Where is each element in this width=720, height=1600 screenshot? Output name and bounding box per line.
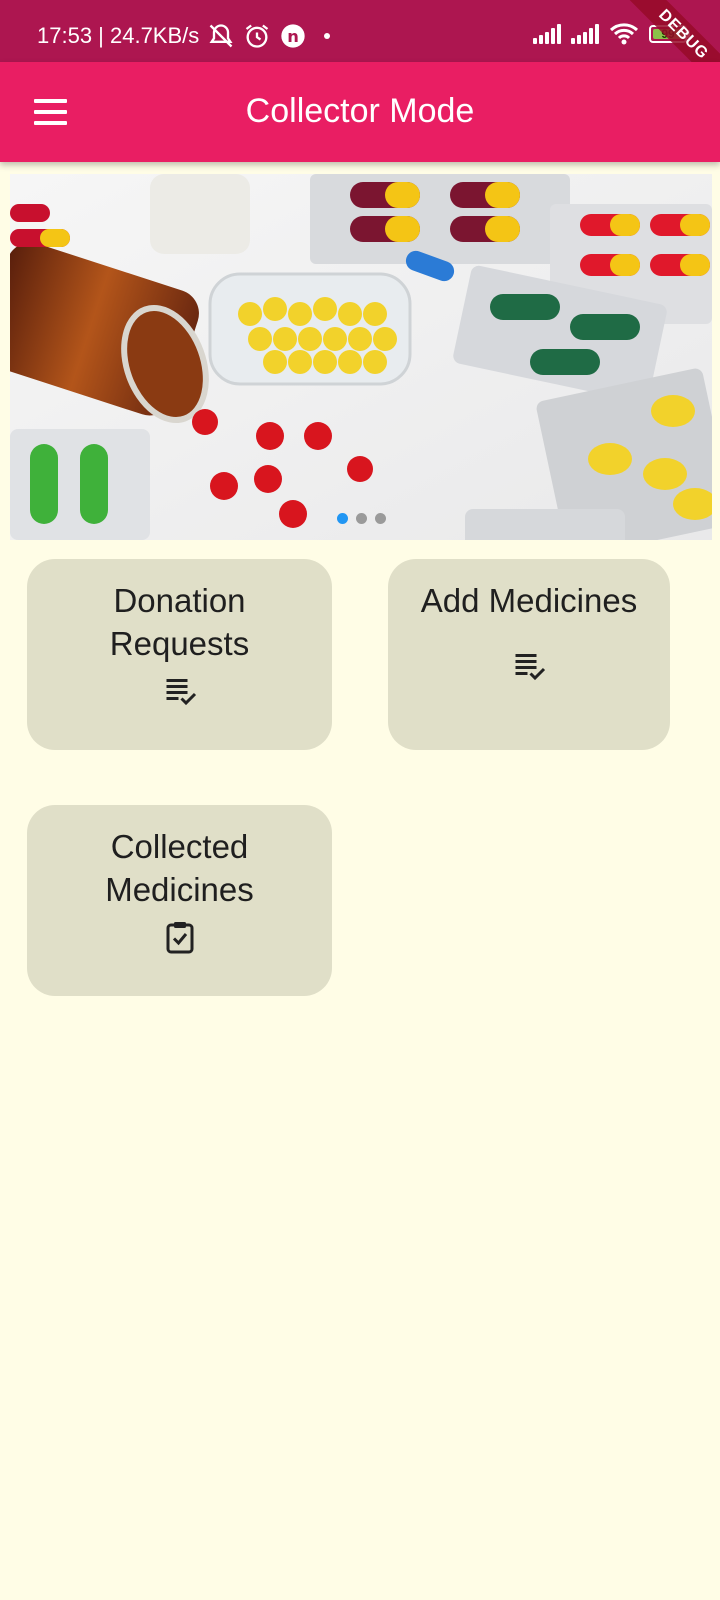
card-label: Donation Requests: [109, 582, 250, 662]
signal-icon: [571, 24, 599, 44]
dot-icon: [324, 33, 331, 39]
card-label: Collected Medicines: [105, 828, 254, 908]
alarm-icon: [246, 24, 269, 48]
list-check-icon: [166, 679, 196, 706]
list-check-icon: [515, 654, 546, 681]
vpn-icon: n: [281, 24, 305, 48]
app-bar: Collector Mode: [0, 62, 720, 162]
carousel-dot[interactable]: [336, 513, 348, 524]
svg-text:n: n: [287, 27, 299, 46]
signal-icon: [533, 24, 561, 44]
status-bar: 17:53 | 24.7KB/s n DEBUG: [0, 0, 720, 98]
donation-requests-card[interactable]: Donation Requests: [27, 559, 332, 750]
status-time-speed: 17:53 | 24.7KB/s: [37, 23, 200, 48]
muted-bell-icon: [209, 24, 233, 48]
card-label: Add Medicines: [420, 582, 638, 619]
medicine-image: [10, 174, 712, 540]
clipboard-check-icon: [166, 922, 193, 954]
status-left: 17:53 | 24.7KB/s n: [37, 22, 339, 50]
carousel-dot[interactable]: [374, 513, 386, 524]
collected-medicines-card[interactable]: Collected Medicines: [27, 805, 332, 996]
page-title: Collector Mode: [245, 92, 475, 130]
carousel-indicator: [10, 513, 712, 524]
wifi-icon: [609, 23, 639, 45]
add-medicines-card[interactable]: Add Medicines: [388, 559, 670, 750]
carousel-dot[interactable]: [355, 513, 367, 524]
carousel-banner[interactable]: [10, 174, 712, 540]
